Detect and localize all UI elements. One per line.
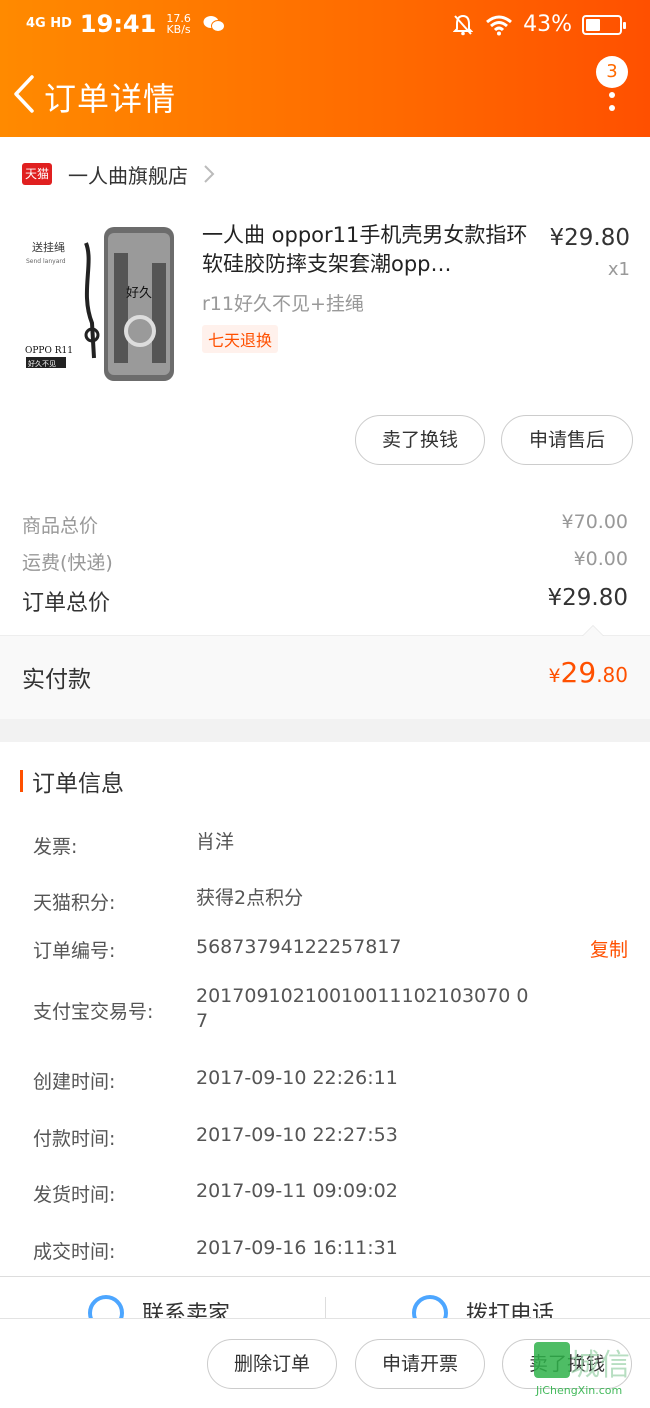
battery-icon <box>582 14 626 35</box>
info-label: 订单编号: <box>33 940 116 962</box>
svg-text:好久: 好久 <box>126 286 152 301</box>
message-badge: 3 <box>596 56 628 88</box>
battery-percent: 43% <box>523 12 572 37</box>
shipping-value: ¥0.00 <box>573 548 628 570</box>
alipay-trade-number-value: 20170910210010011102103070 07 <box>196 985 529 1032</box>
actual-payment: 实付款 ¥29.80 <box>0 625 650 719</box>
info-value: 2017-09-10 22:27:53 <box>196 1124 398 1146</box>
svg-text:送挂绳: 送挂绳 <box>32 240 65 254</box>
price-summary: 商品总价 ¥70.00 运费(快递) ¥0.00 订单总价 ¥29.80 <box>0 495 650 635</box>
info-label: 创建时间: <box>33 1071 116 1093</box>
order-item-card: 天猫 一人曲旗舰店 送挂绳 Send lanyard 好久 OPPO R11 好… <box>0 137 650 495</box>
product-title[interactable]: 一人曲 oppor11手机壳男女款指环软硅胶防摔支架套潮opp… <box>202 221 532 279</box>
section-accent-bar <box>20 770 23 792</box>
product-thumbnail[interactable]: 送挂绳 Send lanyard 好久 OPPO R11 好久不见 <box>22 223 182 385</box>
watermark-logo: 城信 JiChengXin.com <box>530 1336 648 1406</box>
info-value: 2017-09-11 09:09:02 <box>196 1180 398 1202</box>
caret-up-icon <box>582 625 604 636</box>
request-invoice-button[interactable]: 申请开票 <box>355 1339 485 1389</box>
info-label: 天猫积分: <box>33 892 116 914</box>
more-dots-icon <box>609 92 615 118</box>
shop-link[interactable]: 天猫 一人曲旗舰店 <box>22 159 216 189</box>
svg-text:好久不见: 好久不见 <box>28 359 56 368</box>
order-total-value: ¥29.80 <box>547 585 628 611</box>
info-label: 发货时间: <box>33 1184 116 1206</box>
status-bar: 4G HD 19:41 17.6 KB/s 43% <box>0 0 650 52</box>
divider <box>325 1297 326 1320</box>
info-value: 获得2点积分 <box>196 887 304 909</box>
contact-seller-button[interactable]: 联系卖家 <box>88 1295 230 1320</box>
svg-text:OPPO R11: OPPO R11 <box>25 346 73 356</box>
wechat-icon <box>203 16 225 32</box>
copy-order-number-button[interactable]: 复制 <box>590 935 628 962</box>
info-label: 发票: <box>33 836 78 858</box>
page-title: 订单详情 <box>44 80 177 118</box>
back-arrow-icon[interactable] <box>12 74 36 114</box>
shipping-label: 运费(快递) <box>22 552 113 574</box>
goods-total-label: 商品总价 <box>22 515 99 537</box>
chat-icon <box>88 1295 124 1320</box>
product-quantity: x1 <box>607 259 630 280</box>
actual-payment-label: 实付款 <box>22 667 91 693</box>
shop-name: 一人曲旗舰店 <box>68 163 188 188</box>
tmall-icon: 天猫 <box>22 163 52 185</box>
info-value: 2017-09-10 22:26:11 <box>196 1067 398 1089</box>
wifi-icon <box>486 15 513 35</box>
header-area: 4G HD 19:41 17.6 KB/s 43% 订单详情 3 <box>0 0 650 137</box>
watermark-badge <box>534 1342 570 1378</box>
clock: 19:41 <box>79 10 157 38</box>
info-value: 2017-09-16 16:11:31 <box>196 1237 398 1259</box>
more-menu-button[interactable]: 3 <box>596 56 632 118</box>
info-label: 支付宝交易号: <box>33 1001 154 1023</box>
battery-level <box>586 18 600 31</box>
info-label: 付款时间: <box>33 1128 116 1150</box>
nav-bar: 订单详情 3 <box>0 52 650 137</box>
network-indicator: 4G HD <box>26 16 72 31</box>
actual-payment-value: ¥29.80 <box>548 656 628 689</box>
product-price: ¥29.80 <box>549 225 630 251</box>
net-speed: 17.6 KB/s <box>166 12 191 36</box>
after-sales-button[interactable]: 申请售后 <box>501 415 633 465</box>
info-label: 成交时间: <box>33 1241 116 1263</box>
goods-total-value: ¥70.00 <box>561 511 628 533</box>
sell-for-cash-button[interactable]: 卖了换钱 <box>355 415 485 465</box>
contact-bar: 联系卖家 拨打电话 <box>0 1276 650 1320</box>
order-info-section: 订单信息 发票: 肖洋 天猫积分: 获得2点积分 订单编号: 568737941… <box>0 742 650 1276</box>
info-value: 肖洋 <box>196 831 235 853</box>
delete-order-button[interactable]: 删除订单 <box>207 1339 337 1389</box>
return-policy-badge: 七天退换 <box>202 325 279 353</box>
chevron-right-icon <box>204 165 215 183</box>
svg-text:Send lanyard: Send lanyard <box>26 258 66 265</box>
order-info-title: 订单信息 <box>32 771 124 797</box>
order-number-value: 56873794122257817 <box>196 936 402 958</box>
mute-bell-icon <box>453 14 474 35</box>
phone-icon <box>412 1295 448 1320</box>
order-total-label: 订单总价 <box>22 591 111 616</box>
call-phone-button[interactable]: 拨打电话 <box>412 1295 554 1320</box>
product-sku: r11好久不见+挂绳 <box>202 293 364 315</box>
